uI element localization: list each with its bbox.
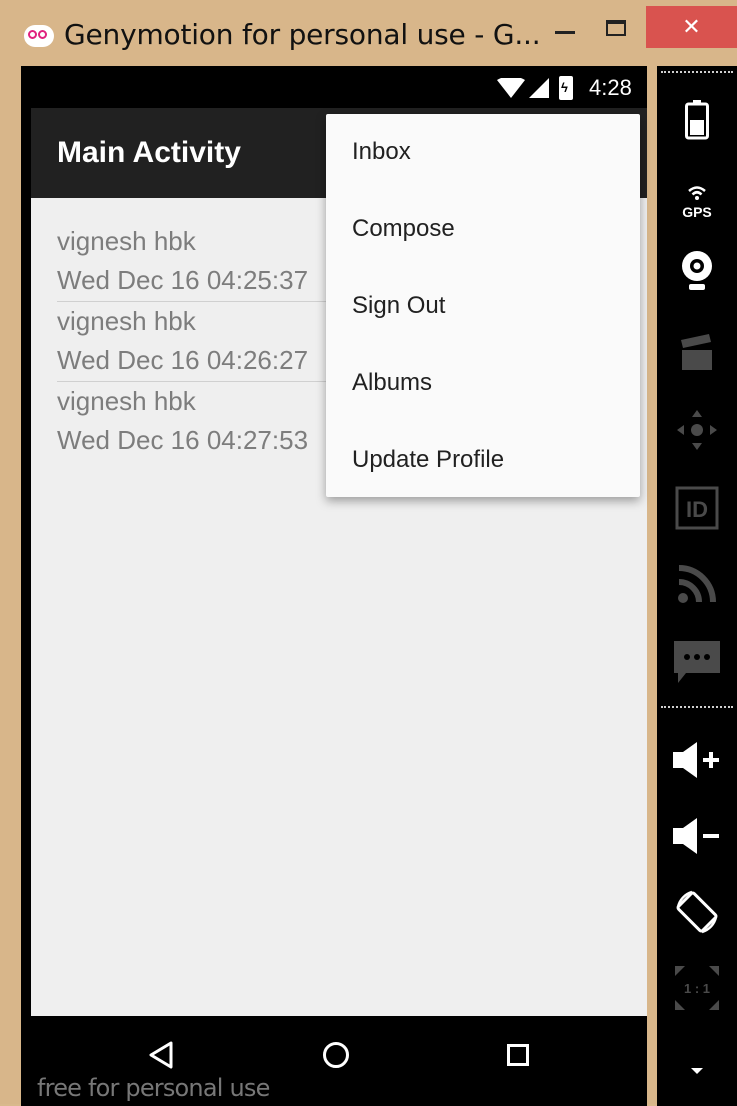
device-id-icon: ID bbox=[675, 486, 719, 530]
screencast-tool-button[interactable] bbox=[657, 322, 737, 382]
genymotion-logo-icon bbox=[24, 25, 54, 47]
pixel-perfect-button[interactable]: 1 : 1 bbox=[657, 958, 737, 1018]
app-bar-title: Main Activity bbox=[57, 136, 241, 169]
toolbar-separator bbox=[661, 71, 733, 73]
screencast-icon bbox=[681, 334, 712, 370]
status-bar: ϟ 4:28 bbox=[21, 66, 647, 108]
gps-icon: GPS bbox=[682, 186, 712, 219]
status-time: 4:28 bbox=[589, 75, 632, 100]
dpad-icon bbox=[677, 410, 717, 450]
menu-item-compose[interactable]: Compose bbox=[326, 191, 640, 268]
device-id-label: ID bbox=[686, 497, 708, 522]
maximize-icon bbox=[606, 20, 626, 36]
menu-item-update-profile[interactable]: Update Profile bbox=[326, 422, 640, 499]
minimize-icon bbox=[555, 30, 575, 34]
pixel-perfect-icon: 1 : 1 bbox=[675, 966, 719, 1010]
overflow-menu: Inbox Compose Sign Out Albums Update Pro… bbox=[326, 114, 640, 497]
gps-label: GPS bbox=[682, 204, 712, 219]
device-id-tool-button[interactable]: ID bbox=[657, 478, 737, 538]
webcam-icon bbox=[682, 251, 712, 290]
rotate-icon bbox=[676, 890, 718, 934]
gps-tool-button[interactable]: GPS bbox=[657, 169, 737, 229]
emulator-window: Genymotion for personal use - G... ✕ ϟ 4… bbox=[0, 0, 737, 1106]
message-sender: vignesh hbk bbox=[57, 386, 196, 416]
message-sender: vignesh hbk bbox=[57, 226, 196, 256]
rss-icon bbox=[678, 565, 716, 603]
menu-item-albums[interactable]: Albums bbox=[326, 345, 640, 422]
home-icon[interactable] bbox=[323, 1042, 349, 1068]
message-timestamp: Wed Dec 16 04:25:37 bbox=[57, 265, 309, 295]
webcam-tool-button[interactable] bbox=[657, 242, 737, 302]
menu-item-label: Inbox bbox=[352, 138, 411, 165]
volume-up-icon bbox=[673, 742, 719, 778]
signal-icon bbox=[529, 78, 549, 98]
menu-item-label: Compose bbox=[352, 215, 455, 242]
close-button[interactable]: ✕ bbox=[646, 6, 737, 48]
menu-item-inbox[interactable]: Inbox bbox=[326, 114, 640, 191]
navigation-bar: free for personal use bbox=[21, 1016, 647, 1106]
menu-item-label: Sign Out bbox=[352, 292, 446, 319]
battery-tool-button[interactable] bbox=[657, 90, 737, 150]
wifi-icon bbox=[497, 78, 525, 98]
toolbar-separator bbox=[661, 706, 733, 708]
volume-down-icon bbox=[673, 818, 719, 854]
volume-down-button[interactable] bbox=[657, 806, 737, 866]
volume-up-button[interactable] bbox=[657, 730, 737, 790]
rotate-button[interactable] bbox=[657, 882, 737, 942]
title-bar[interactable]: Genymotion for personal use - G... ✕ bbox=[0, 0, 737, 66]
more-icon bbox=[691, 1068, 703, 1074]
window-title: Genymotion for personal use - G... bbox=[64, 18, 541, 51]
back-icon[interactable] bbox=[147, 1040, 175, 1070]
genymotion-toolbar: GPS ID 1: 1 bbox=[657, 66, 737, 1106]
rss-tool-button[interactable] bbox=[657, 554, 737, 614]
more-tools-button[interactable] bbox=[657, 1056, 737, 1086]
dpad-tool-button[interactable] bbox=[657, 400, 737, 460]
recent-apps-icon[interactable] bbox=[507, 1044, 529, 1066]
watermark-text: free for personal use bbox=[37, 1074, 270, 1102]
battery-icon bbox=[685, 100, 709, 140]
menu-item-label: Albums bbox=[352, 369, 433, 396]
battery-charging-icon: ϟ bbox=[559, 76, 573, 100]
maximize-button[interactable] bbox=[596, 8, 636, 48]
sms-icon bbox=[674, 641, 720, 683]
message-timestamp: Wed Dec 16 04:27:53 bbox=[57, 425, 309, 455]
message-timestamp: Wed Dec 16 04:26:27 bbox=[57, 345, 309, 375]
close-icon: ✕ bbox=[682, 14, 701, 39]
menu-item-sign-out[interactable]: Sign Out bbox=[326, 268, 640, 345]
menu-item-label: Update Profile bbox=[352, 446, 505, 473]
minimize-button[interactable] bbox=[545, 8, 585, 48]
message-sender: vignesh hbk bbox=[57, 306, 196, 336]
sms-tool-button[interactable] bbox=[657, 632, 737, 692]
pixel-perfect-label: 1 : 1 bbox=[684, 981, 710, 996]
